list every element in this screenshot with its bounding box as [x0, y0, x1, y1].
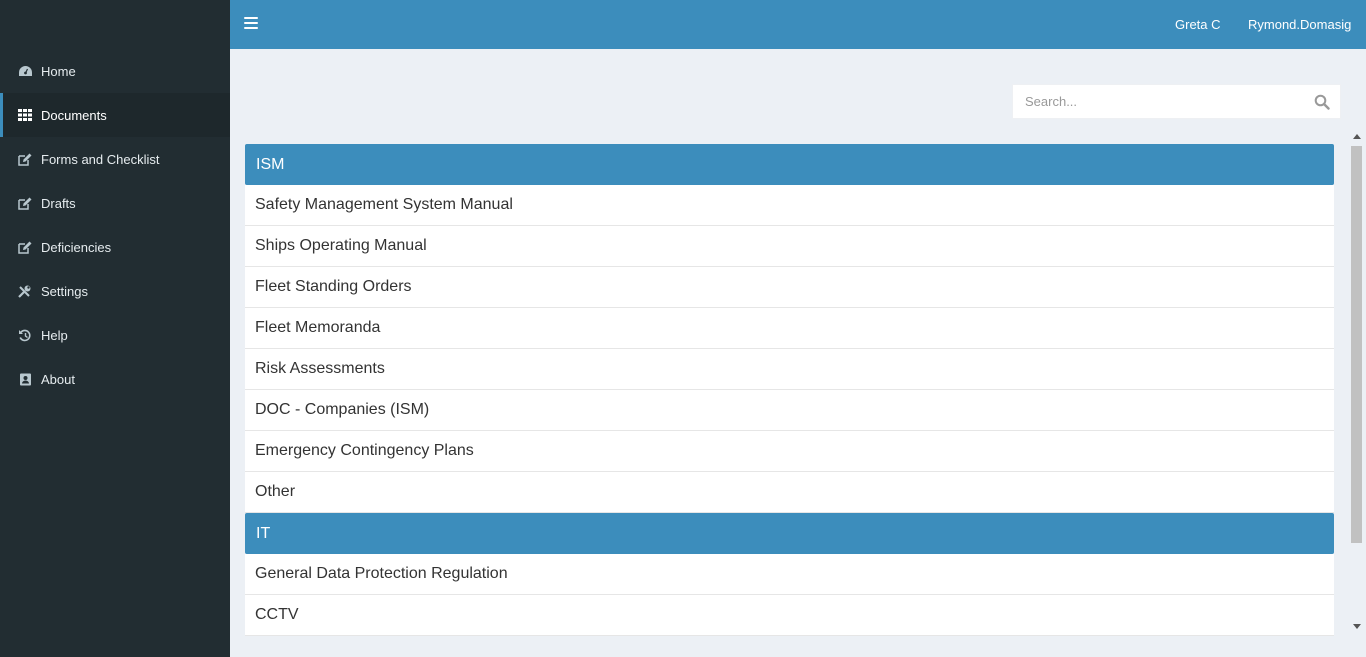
menu-toggle-icon[interactable]	[244, 17, 258, 31]
edit-icon	[17, 240, 33, 254]
sidebar-item-label: Documents	[41, 107, 107, 123]
scroll-down-arrow-icon[interactable]	[1353, 624, 1361, 629]
search-box	[1012, 84, 1341, 119]
sidebar-item-home[interactable]: Home	[0, 49, 230, 93]
sidebar-item-about[interactable]: About	[0, 357, 230, 401]
sidebar-item-label: Settings	[41, 283, 88, 299]
list-item[interactable]: CCTV	[245, 595, 1334, 636]
user-vessel-link[interactable]: Greta C	[1175, 17, 1221, 32]
sidebar-item-label: About	[41, 371, 75, 387]
edit-icon	[17, 196, 33, 210]
group-header-it[interactable]: IT	[245, 513, 1334, 554]
sidebar-item-help[interactable]: Help	[0, 313, 230, 357]
list-item[interactable]: Safety Management System Manual	[245, 185, 1334, 226]
user-name-link[interactable]: Rymond.Domasig	[1248, 17, 1351, 32]
sidebar-item-forms-and-checklist[interactable]: Forms and Checklist	[0, 137, 230, 181]
sidebar-item-drafts[interactable]: Drafts	[0, 181, 230, 225]
history-icon	[17, 328, 33, 342]
search-icon[interactable]	[1314, 94, 1330, 110]
scrollbar-thumb[interactable]	[1351, 146, 1362, 543]
sidebar-item-label: Home	[41, 63, 76, 79]
sidebar: Home Documents Forms and Checklist Draft…	[0, 0, 230, 657]
search-input[interactable]	[1013, 85, 1303, 118]
sidebar-nav: Home Documents Forms and Checklist Draft…	[0, 49, 230, 401]
list-item[interactable]: Ships Operating Manual	[245, 226, 1334, 267]
top-header: Greta C Rymond.Domasig	[230, 0, 1366, 49]
list-item[interactable]: Emergency Contingency Plans	[245, 431, 1334, 472]
sidebar-item-deficiencies[interactable]: Deficiencies	[0, 225, 230, 269]
dashboard-icon	[17, 64, 33, 78]
contact-book-icon	[17, 372, 33, 386]
sidebar-item-label: Forms and Checklist	[41, 151, 160, 167]
list-item[interactable]: Risk Assessments	[245, 349, 1334, 390]
list-item[interactable]: Fleet Memoranda	[245, 308, 1334, 349]
scrollbar[interactable]	[1349, 130, 1366, 636]
list-item[interactable]: Fleet Standing Orders	[245, 267, 1334, 308]
edit-icon	[17, 152, 33, 166]
list-item[interactable]: DOC - Companies (ISM)	[245, 390, 1334, 431]
group-header-ism[interactable]: ISM	[245, 144, 1334, 185]
scroll-up-arrow-icon[interactable]	[1353, 134, 1361, 139]
grid-icon	[17, 108, 33, 122]
list-item[interactable]: Other	[245, 472, 1334, 513]
document-list: ISM Safety Management System Manual Ship…	[245, 144, 1334, 636]
sidebar-item-label: Help	[41, 327, 68, 343]
sidebar-item-documents[interactable]: Documents	[0, 93, 230, 137]
sidebar-item-label: Drafts	[41, 195, 76, 211]
list-item[interactable]: General Data Protection Regulation	[245, 554, 1334, 595]
wrench-icon	[17, 284, 33, 298]
sidebar-item-settings[interactable]: Settings	[0, 269, 230, 313]
sidebar-item-label: Deficiencies	[41, 239, 112, 255]
